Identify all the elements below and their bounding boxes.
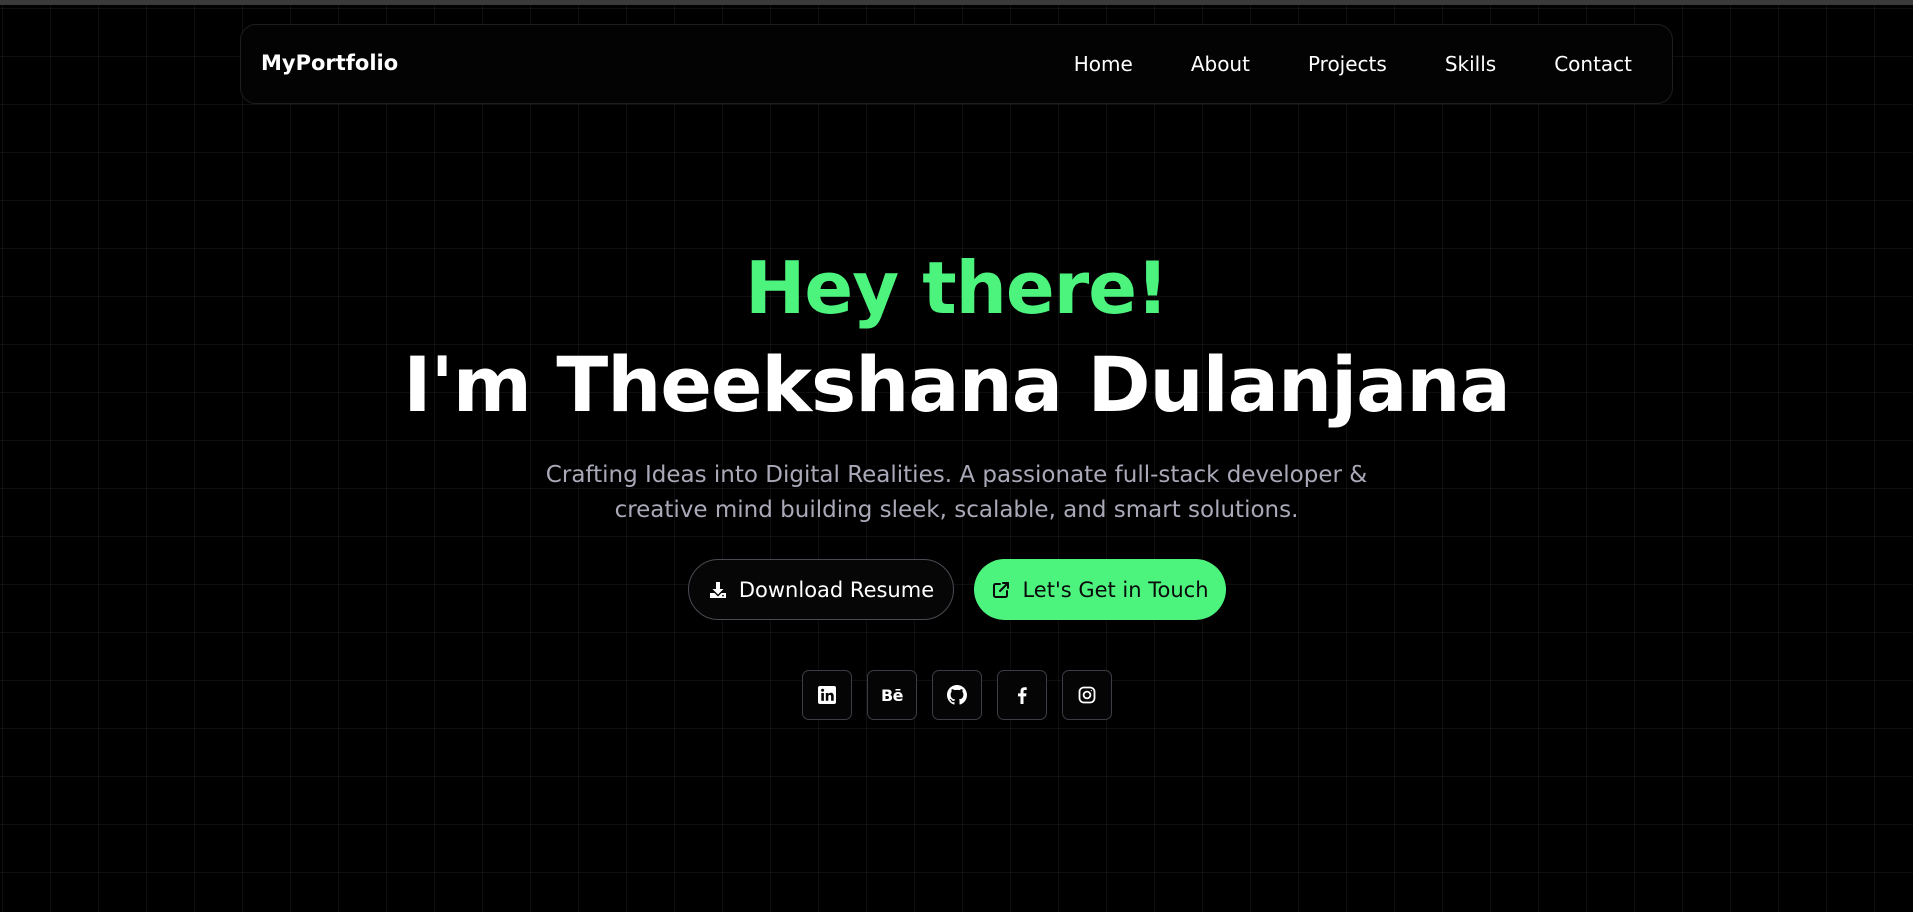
hero-tagline-line1: Crafting Ideas into Digital Realities. A… xyxy=(545,462,1368,488)
external-link-icon xyxy=(991,580,1011,600)
navbar: MyPortfolio Home About Projects Skills C… xyxy=(240,24,1673,104)
download-icon xyxy=(708,580,728,600)
github-icon xyxy=(947,685,967,705)
instagram-icon xyxy=(1078,686,1096,704)
instagram-button[interactable] xyxy=(1062,670,1112,720)
download-resume-label: Download Resume xyxy=(738,577,935,602)
hero-greeting: Hey there! xyxy=(745,246,1169,330)
linkedin-button[interactable] xyxy=(802,670,852,720)
nav-link-skills[interactable]: Skills xyxy=(1445,52,1496,76)
hero-tagline-line2: creative mind building sleek, scalable, … xyxy=(614,497,1299,523)
linkedin-icon xyxy=(818,686,836,704)
brand-logo[interactable]: MyPortfolio xyxy=(261,51,398,75)
download-resume-button[interactable]: Download Resume xyxy=(688,559,954,620)
facebook-icon xyxy=(1018,687,1027,704)
hero-name: I'm Theekshana Dulanjana xyxy=(403,340,1511,429)
get-in-touch-label: Let's Get in Touch xyxy=(1022,577,1209,602)
nav-link-contact[interactable]: Contact xyxy=(1554,52,1632,76)
github-button[interactable] xyxy=(932,670,982,720)
nav-link-projects[interactable]: Projects xyxy=(1308,52,1387,76)
grid-background xyxy=(0,0,1913,912)
get-in-touch-button[interactable]: Let's Get in Touch xyxy=(974,559,1226,620)
social-links: Bē xyxy=(802,670,1112,720)
behance-icon: Bē xyxy=(880,685,904,705)
facebook-button[interactable] xyxy=(997,670,1047,720)
nav-link-home[interactable]: Home xyxy=(1074,52,1133,76)
nav-links: Home About Projects Skills Contact xyxy=(1016,25,1632,103)
hero-tagline: Crafting Ideas into Digital Realities. A… xyxy=(0,458,1913,528)
nav-link-about[interactable]: About xyxy=(1191,52,1250,76)
behance-button[interactable]: Bē xyxy=(867,670,917,720)
window-top-edge xyxy=(0,0,1913,5)
